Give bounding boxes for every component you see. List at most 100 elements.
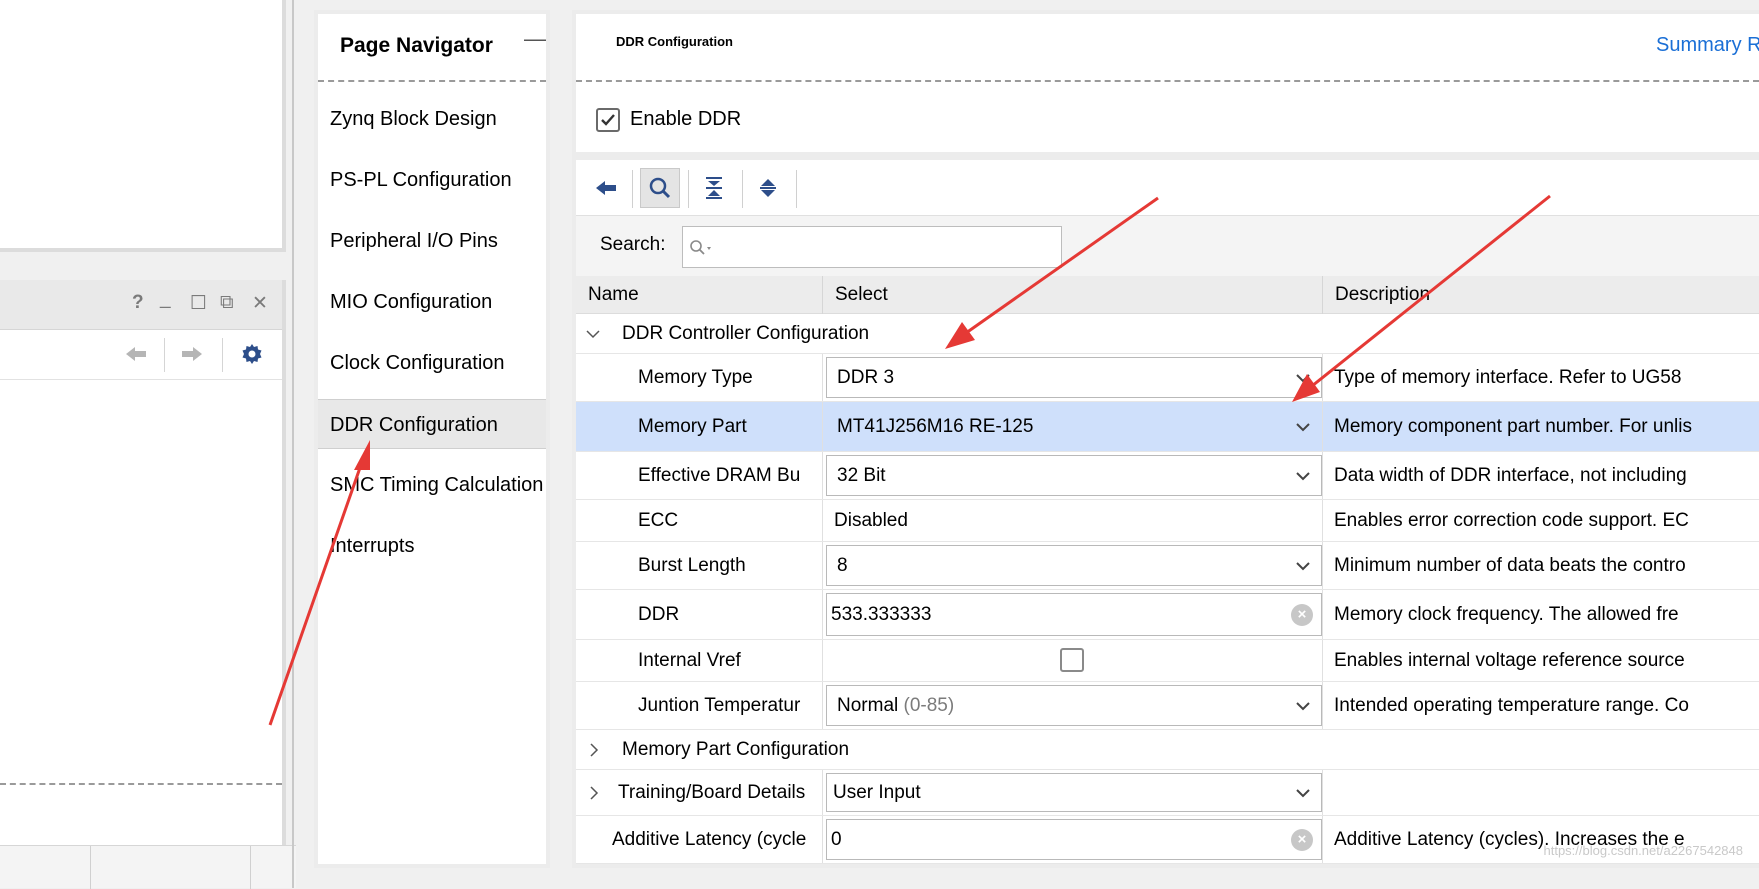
group-label: Memory Part Configuration <box>622 738 850 760</box>
grid-row-internal-vref: Internal Vref Enables internal voltage r… <box>576 640 1759 682</box>
dram-bus-width-dropdown[interactable]: 32 Bit <box>826 455 1322 496</box>
row-name: Effective DRAM Bu <box>638 464 801 486</box>
chevron-down-icon <box>1296 561 1310 570</box>
search-button[interactable] <box>640 168 680 208</box>
toolbar-divider <box>688 170 689 208</box>
nav-item-clock-configuration[interactable]: Clock Configuration <box>318 338 546 388</box>
dropdown-value: DDR 3 <box>837 366 895 388</box>
row-description: Intended operating temperature range. Co <box>1334 694 1689 716</box>
collapse-all-icon <box>706 177 722 199</box>
toolbar-divider <box>632 170 633 208</box>
row-description: Enables error correction code support. E… <box>1334 509 1689 531</box>
search-icon <box>649 177 671 199</box>
row-name: ECC <box>638 509 679 531</box>
grid-row-memory-part[interactable]: Memory Part MT41J256M16 RE-125 Memory co… <box>576 402 1759 452</box>
section-band <box>576 152 1759 160</box>
row-description: Memory clock frequency. The allowed fre <box>1334 603 1679 625</box>
minimize-icon[interactable]: _ <box>160 288 171 310</box>
gear-icon[interactable] <box>240 342 264 366</box>
column-header-description[interactable]: Description <box>1322 276 1759 314</box>
summary-report-link[interactable]: Summary R <box>1656 34 1759 57</box>
row-name: Internal Vref <box>638 649 741 671</box>
chevron-down-icon <box>1296 701 1310 710</box>
dashed-divider <box>576 80 1759 82</box>
chevron-right-icon[interactable] <box>588 786 600 800</box>
row-name: DDR <box>638 603 680 625</box>
ddr-configuration-panel: DDR Configuration Summary R Enable DDR S… <box>572 10 1759 868</box>
training-board-details-dropdown[interactable]: User Input <box>826 773 1322 812</box>
chevron-down-icon[interactable] <box>586 328 600 340</box>
clear-icon[interactable]: × <box>1291 828 1313 851</box>
arrow-right-icon[interactable] <box>180 344 204 364</box>
restore-icon[interactable]: ☐ <box>190 292 207 315</box>
ddr-settings-grid: Name Select Description DDR Controller C… <box>576 276 1759 872</box>
grid-group-training-board-details[interactable]: Training/Board Details User Input <box>576 770 1759 816</box>
ddr-frequency-input[interactable]: 533.333333 × <box>826 593 1322 636</box>
enable-ddr-checkbox[interactable] <box>596 108 620 132</box>
grid-row-junction-temperature: Juntion Temperatur Normal (0-85) Intende… <box>576 682 1759 730</box>
additive-latency-input[interactable]: 0 × <box>826 819 1322 860</box>
dropdown-value: MT41J256M16 RE-125 <box>837 415 1034 437</box>
chevron-down-icon <box>1296 422 1310 431</box>
dropdown-value: User Input <box>833 781 921 803</box>
row-name: Memory Part <box>638 415 747 437</box>
toolbar-divider <box>164 338 165 372</box>
ecc-value: Disabled <box>834 509 908 531</box>
page-title: DDR Configuration <box>616 34 733 49</box>
close-icon[interactable]: ✕ <box>252 292 268 315</box>
left-bottom-panel: ? _ ☐ ⧉ ✕ <box>0 280 286 845</box>
enable-ddr-label[interactable]: Enable DDR <box>630 108 741 131</box>
grid-row-memory-type: Memory Type DDR 3 Type of memory interfa… <box>576 354 1759 402</box>
grid-group-memory-part-configuration[interactable]: Memory Part Configuration <box>576 730 1759 770</box>
chevron-down-icon <box>1296 788 1310 797</box>
minimize-icon[interactable]: — <box>524 26 546 52</box>
nav-item-ps-pl-configuration[interactable]: PS-PL Configuration <box>318 155 546 205</box>
grid-row-ddr-frequency: DDR 533.333333 × Memory clock frequency.… <box>576 590 1759 640</box>
left-panel-toolbar <box>0 330 282 380</box>
row-description: Minimum number of data beats the contro <box>1334 554 1686 576</box>
dashed-divider <box>0 783 282 785</box>
toolbar-divider <box>222 338 223 372</box>
expand-all-button[interactable] <box>748 168 788 208</box>
chevron-right-icon[interactable] <box>588 743 600 757</box>
group-label: DDR Controller Configuration <box>622 322 870 344</box>
page-navigator-title: Page Navigator <box>340 34 493 57</box>
row-description: Enables internal voltage reference sourc… <box>1334 649 1685 671</box>
collapse-all-button[interactable] <box>694 168 734 208</box>
internal-vref-checkbox[interactable] <box>1060 648 1084 672</box>
column-header-select[interactable]: Select <box>822 276 1322 314</box>
left-panel-header: ? _ ☐ ⧉ ✕ <box>0 280 282 330</box>
grid-group-ddr-controller[interactable]: DDR Controller Configuration <box>576 314 1759 354</box>
nav-item-smc-timing-calculation[interactable]: SMC Timing Calculation <box>318 460 546 510</box>
status-divider <box>250 846 251 889</box>
search-label: Search: <box>600 234 666 255</box>
nav-item-zynq-block-design[interactable]: Zynq Block Design <box>318 94 546 144</box>
nav-item-interrupts[interactable]: Interrupts <box>318 521 546 571</box>
row-description: Memory component part number. For unlis <box>1334 415 1692 437</box>
back-button[interactable] <box>586 168 626 208</box>
float-icon[interactable]: ⧉ <box>220 292 234 314</box>
back-icon <box>596 181 616 195</box>
grid-row-ecc: ECC Disabled Enables error correction co… <box>576 500 1759 542</box>
nav-item-ddr-configuration[interactable]: DDR Configuration <box>318 399 546 449</box>
dashed-divider <box>318 80 546 82</box>
row-description: Data width of DDR interface, not includi… <box>1334 464 1687 486</box>
row-name: Burst Length <box>638 554 746 576</box>
panel-splitter[interactable] <box>292 0 294 888</box>
clear-icon[interactable]: × <box>1291 603 1313 626</box>
search-icon <box>690 240 711 255</box>
column-header-name[interactable]: Name <box>576 276 822 314</box>
help-icon[interactable]: ? <box>132 292 144 314</box>
grid-toolbar <box>576 160 1759 216</box>
nav-item-mio-configuration[interactable]: MIO Configuration <box>318 277 546 327</box>
search-input[interactable] <box>682 226 1062 268</box>
memory-part-dropdown[interactable]: MT41J256M16 RE-125 <box>826 405 1322 448</box>
junction-temperature-dropdown[interactable]: Normal (0-85) <box>826 685 1322 726</box>
page-navigator: Page Navigator — Zynq Block Design PS-PL… <box>314 10 550 868</box>
dropdown-value-range: (0-85) <box>903 694 955 716</box>
burst-length-dropdown[interactable]: 8 <box>826 545 1322 586</box>
nav-item-peripheral-io-pins[interactable]: Peripheral I/O Pins <box>318 216 546 266</box>
memory-type-dropdown[interactable]: DDR 3 <box>826 357 1322 398</box>
arrow-left-icon[interactable] <box>124 344 148 364</box>
expand-all-icon <box>760 179 776 197</box>
